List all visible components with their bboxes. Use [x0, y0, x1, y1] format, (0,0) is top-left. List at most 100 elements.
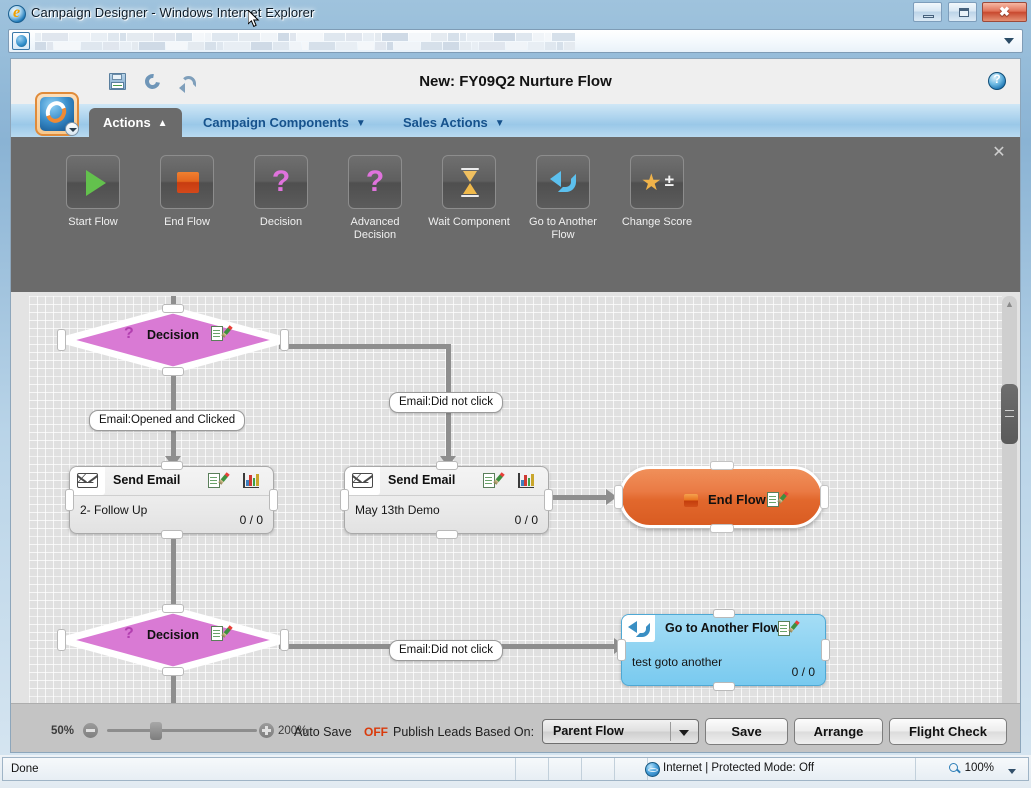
zoom-slider-knob[interactable] — [150, 722, 162, 740]
bar-chart-icon[interactable] — [243, 473, 259, 488]
security-zone-text: Internet | Protected Mode: Off — [645, 762, 814, 777]
resize-handle[interactable] — [161, 530, 183, 539]
resize-handle[interactable] — [162, 667, 184, 676]
node-header: Send Email — [345, 467, 548, 496]
tab-sales-actions[interactable]: Sales Actions ▼ — [389, 108, 519, 137]
node-body-text: test goto another — [632, 655, 723, 669]
resize-handle[interactable] — [710, 524, 734, 533]
bar-chart-icon[interactable] — [518, 473, 534, 488]
resize-handle[interactable] — [161, 461, 183, 470]
resize-handle[interactable] — [544, 489, 553, 511]
vertical-scroll-thumb[interactable] — [1001, 384, 1018, 444]
ribbon-item-label: Start Flow — [68, 216, 118, 228]
resize-handle[interactable] — [57, 629, 66, 651]
node-header: Send Email — [70, 467, 273, 496]
resize-handle[interactable] — [617, 639, 626, 661]
ribbon-item-start-flow[interactable]: Start Flow — [46, 155, 140, 229]
minimize-button[interactable] — [913, 2, 943, 22]
browser-zoom-level[interactable]: 100% — [948, 762, 994, 774]
node-go-to-another-flow[interactable]: Go to Another Flow test goto another 0 /… — [621, 614, 826, 686]
auto-save-status[interactable]: OFF — [364, 725, 388, 739]
resize-handle[interactable] — [710, 461, 734, 470]
resize-handle[interactable] — [436, 461, 458, 470]
ribbon-item-wait-component[interactable]: Wait Component — [422, 155, 516, 229]
zoom-in-button[interactable] — [259, 723, 274, 738]
page-title: New: FY09Q2 Nurture Flow — [419, 73, 612, 90]
back-arrow-icon — [628, 621, 652, 638]
resize-handle[interactable] — [280, 629, 289, 651]
node-send-email-2[interactable]: Send Email May 13th Demo 0 / 0 — [344, 466, 549, 534]
zoom-out-button[interactable] — [83, 723, 98, 738]
close-button[interactable]: ✖ — [982, 2, 1027, 22]
resize-handle[interactable] — [340, 489, 349, 511]
resize-handle[interactable] — [821, 639, 830, 661]
resize-handle[interactable] — [713, 609, 735, 618]
resize-handle[interactable] — [162, 604, 184, 613]
stop-square-icon — [684, 494, 698, 507]
resize-handle[interactable] — [57, 329, 66, 351]
chevron-down-icon[interactable] — [1004, 38, 1014, 44]
save-button[interactable]: Save — [705, 718, 788, 745]
edit-pencil-icon[interactable] — [767, 491, 789, 508]
flow-canvas[interactable]: ? Decision Email:Opened and Clicked Emai… — [29, 296, 1002, 726]
ribbon-item-advanced-decision[interactable]: ? Advanced Decision — [328, 155, 422, 242]
node-decision-2[interactable]: ? Decision — [57, 604, 289, 676]
edit-pencil-icon[interactable] — [483, 472, 505, 489]
chevron-down-icon[interactable] — [1008, 769, 1016, 774]
resize-handle[interactable] — [436, 530, 458, 539]
ribbon-item-label: Decision — [259, 216, 303, 228]
hourglass-icon — [442, 155, 496, 209]
node-end-flow[interactable]: End Flow — [619, 466, 824, 528]
resize-handle[interactable] — [614, 485, 623, 509]
edit-pencil-icon[interactable] — [208, 472, 230, 489]
resize-handle[interactable] — [65, 489, 74, 511]
resize-handle[interactable] — [820, 485, 829, 509]
canvas-vertical-scrollbar[interactable]: ▲ ▼ — [1001, 296, 1018, 726]
status-text: Done — [11, 763, 39, 775]
question-mark-icon: ? — [348, 155, 402, 209]
app-logo-button[interactable] — [35, 92, 79, 136]
close-icon[interactable]: ✕ — [991, 145, 1007, 161]
node-decision-1[interactable]: ? Decision — [57, 304, 289, 376]
node-body-text: 2- Follow Up — [80, 503, 148, 517]
publish-leads-select[interactable]: Parent Flow — [542, 719, 699, 744]
edge-label-did-not-click-1: Email:Did not click — [389, 392, 503, 413]
ribbon-item-change-score[interactable]: ★ ± Change Score — [610, 155, 704, 229]
tab-campaign-components[interactable]: Campaign Components ▼ — [189, 108, 380, 137]
edit-pencil-icon[interactable] — [778, 620, 800, 637]
node-send-email-1[interactable]: Send Email 2- Follow Up 0 / 0 — [69, 466, 274, 534]
question-mark-icon: ? — [124, 625, 134, 642]
flight-check-button[interactable]: Flight Check — [889, 718, 1007, 745]
address-bar[interactable] — [8, 29, 1023, 53]
ribbon-item-end-flow[interactable]: End Flow — [140, 155, 234, 229]
caret-down-icon: ▼ — [355, 118, 366, 129]
ribbon-item-label: Advanced Decision — [350, 216, 400, 241]
edge-label-did-not-click-2: Email:Did not click — [389, 640, 503, 661]
ribbon-item-go-to-another-flow[interactable]: Go to Another Flow — [516, 155, 610, 242]
resize-handle[interactable] — [280, 329, 289, 351]
connector-line — [279, 344, 451, 349]
edit-pencil-icon[interactable] — [211, 325, 233, 342]
zoom-slider-track[interactable] — [107, 729, 257, 732]
ribbon-item-decision[interactable]: ? Decision — [234, 155, 328, 229]
resize-handle[interactable] — [713, 682, 735, 691]
play-icon — [66, 155, 120, 209]
help-icon[interactable] — [988, 72, 1006, 90]
diamond-shape — [61, 608, 285, 672]
chevron-down-icon — [679, 730, 689, 736]
node-body-text: May 13th Demo — [355, 503, 440, 517]
edge-label-opened-clicked-1: Email:Opened and Clicked — [89, 410, 246, 431]
edit-pencil-icon[interactable] — [211, 625, 233, 642]
arrange-button[interactable]: Arrange — [794, 718, 883, 745]
resize-handle[interactable] — [162, 304, 184, 313]
tab-actions[interactable]: Actions ▲ — [89, 108, 182, 137]
envelope-badge — [70, 467, 105, 495]
resize-handle[interactable] — [162, 367, 184, 376]
scroll-up-icon[interactable]: ▲ — [1002, 297, 1017, 311]
chevron-down-icon[interactable] — [65, 122, 79, 136]
envelope-icon — [352, 473, 373, 488]
zoom-min-label: 50% — [51, 725, 75, 737]
maximize-button[interactable] — [947, 2, 977, 22]
ribbon-panel: ✕ Start Flow End Flow ? Decision ? Advan… — [11, 137, 1020, 292]
resize-handle[interactable] — [269, 489, 278, 511]
